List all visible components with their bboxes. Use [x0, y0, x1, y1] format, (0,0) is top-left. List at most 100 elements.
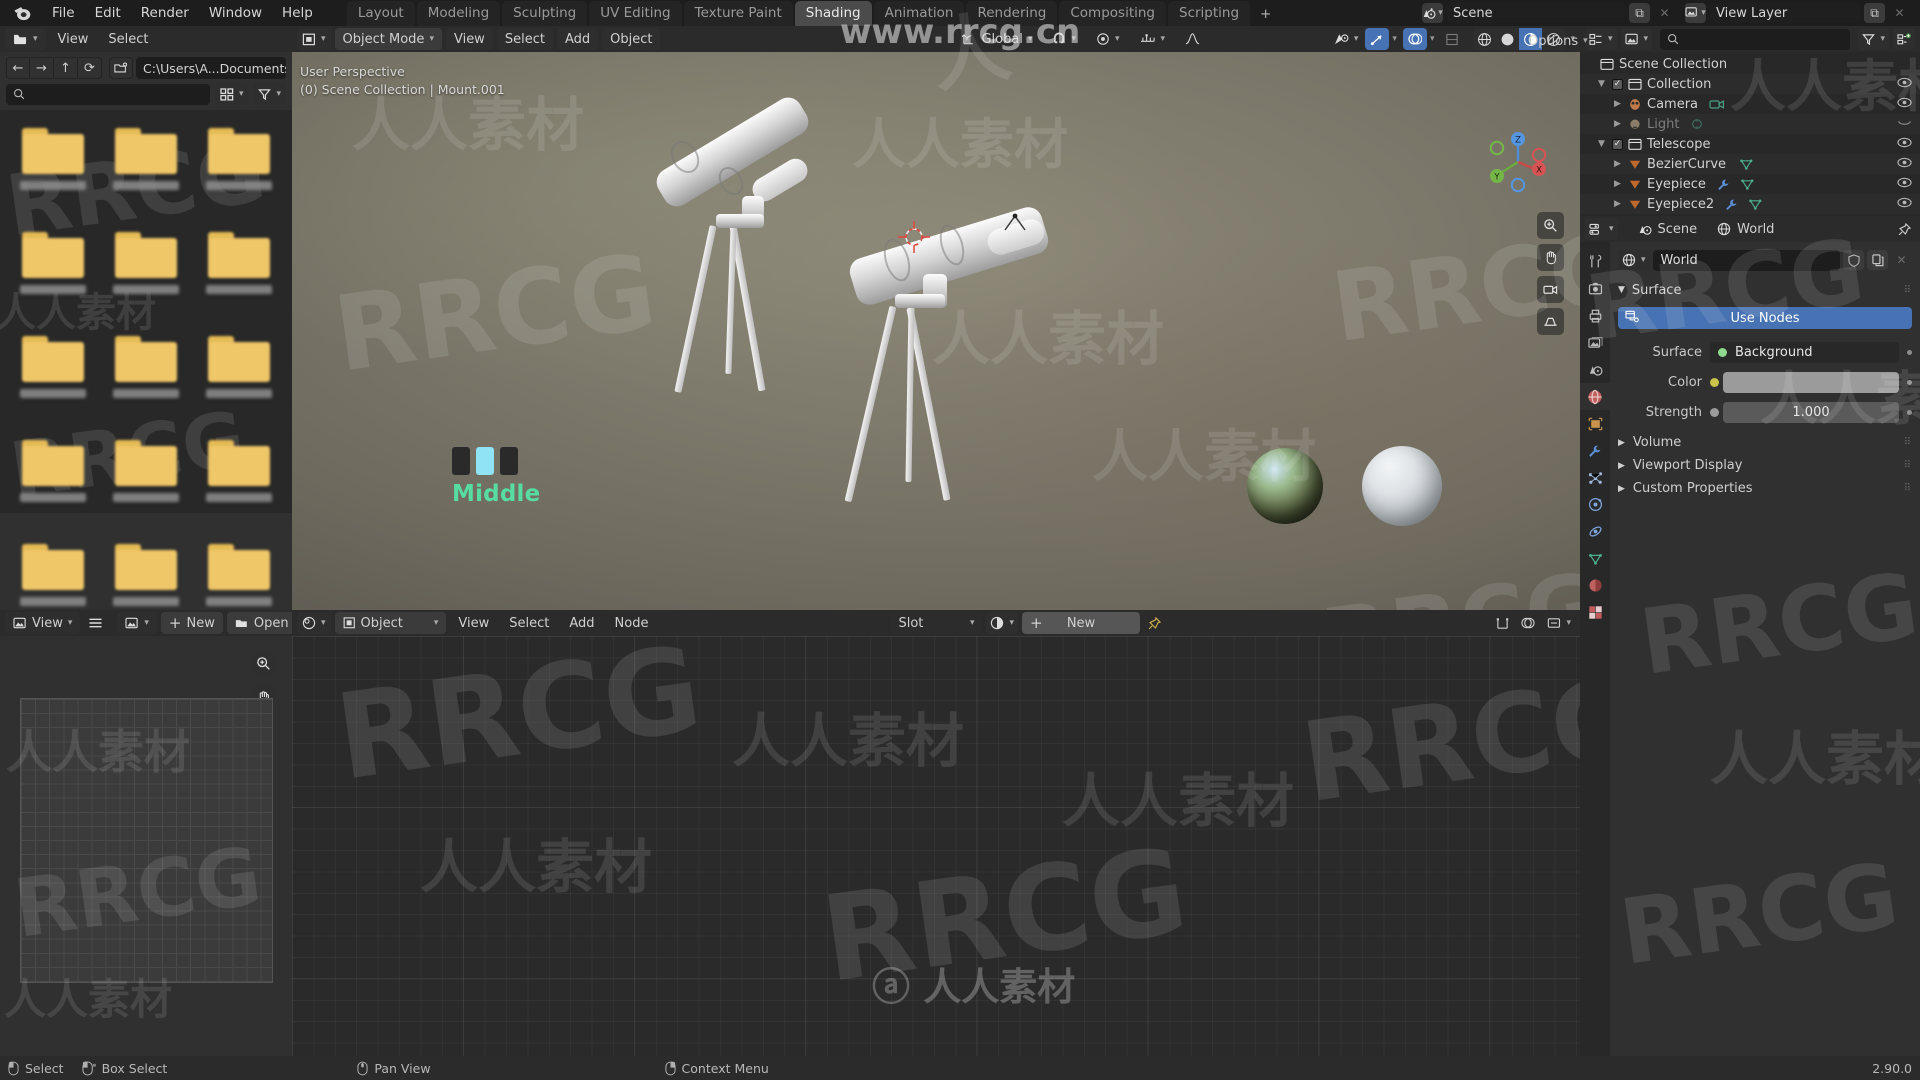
- shader-editor-type-button[interactable]: ▾: [297, 612, 331, 634]
- custom-properties-panel-header[interactable]: ▶ Custom Properties ⠿: [1618, 477, 1912, 500]
- properties-tab-object[interactable]: [1580, 410, 1610, 437]
- file-item[interactable]: [8, 120, 97, 220]
- properties-tab-output[interactable]: [1580, 302, 1610, 329]
- workspace-tab-layout[interactable]: Layout: [346, 1, 415, 26]
- file-item[interactable]: [101, 328, 190, 428]
- material-slot-dropdown[interactable]: Slot ▾: [890, 612, 983, 634]
- light-object-gizmo[interactable]: [1002, 212, 1028, 238]
- shader-type-dropdown[interactable]: Object ▾: [334, 612, 447, 634]
- view-layer-icon[interactable]: ▾: [1685, 3, 1706, 23]
- scene-duplicate-button[interactable]: ⧉: [1629, 3, 1650, 23]
- menu-window[interactable]: Window: [199, 2, 272, 24]
- visibility-eye-icon[interactable]: [1897, 77, 1912, 92]
- animate-property-dot[interactable]: [1907, 379, 1912, 385]
- shader-options-icon[interactable]: ▾: [1543, 612, 1575, 634]
- file-item[interactable]: [195, 120, 284, 220]
- disclosure-icon[interactable]: ▶: [1612, 199, 1623, 209]
- outliner-row-scene-collection[interactable]: Scene Collection: [1580, 54, 1920, 74]
- properties-editor-type-button[interactable]: ▾: [1585, 218, 1618, 240]
- show-overlays-toggle[interactable]: [1402, 28, 1427, 50]
- view-layer-duplicate-button[interactable]: ⧉: [1864, 3, 1885, 23]
- transform-orientation-dropdown[interactable]: Global ▾: [954, 28, 1040, 50]
- file-item[interactable]: [195, 536, 284, 610]
- viewport-options-dropdown[interactable]: Options ▾: [1520, 30, 1596, 52]
- image-editor-type-button[interactable]: View ▾: [5, 612, 81, 634]
- viewport-menu-add[interactable]: Add: [556, 28, 599, 50]
- file-path-field[interactable]: C:\Users\A...Documents\: [136, 57, 286, 79]
- file-item[interactable]: [8, 224, 97, 324]
- outliner-row-eyepiece[interactable]: ▶ Eyepiece: [1580, 174, 1920, 194]
- nav-refresh-button[interactable]: ⟳: [78, 57, 102, 79]
- filter-icon[interactable]: ▾: [1858, 28, 1889, 50]
- new-image-button[interactable]: + New: [160, 612, 223, 634]
- image-datablock-icon[interactable]: ▾: [117, 612, 157, 634]
- file-browser-menu-view[interactable]: View: [50, 28, 97, 50]
- workspace-tab-rendering[interactable]: Rendering: [966, 1, 1058, 26]
- viewport-menu-select[interactable]: Select: [496, 28, 553, 50]
- shading-wireframe-button[interactable]: [1473, 28, 1496, 50]
- overlay-icon[interactable]: [1517, 612, 1539, 634]
- open-image-button[interactable]: Open: [226, 612, 292, 634]
- properties-tab-view-layer[interactable]: [1580, 329, 1610, 356]
- viewport-gizmo-toggle[interactable]: ▾: [1330, 28, 1363, 50]
- nav-forward-button[interactable]: →: [30, 57, 54, 79]
- object-mode-dropdown[interactable]: Object Mode ▾: [334, 28, 442, 50]
- file-item[interactable]: [8, 328, 97, 428]
- nav-back-button[interactable]: ←: [6, 57, 30, 79]
- collection-checkbox[interactable]: ✓: [1612, 138, 1623, 150]
- pin-icon[interactable]: [1894, 218, 1915, 240]
- workspace-tab-sculpting[interactable]: Sculpting: [502, 1, 588, 26]
- file-item[interactable]: [101, 120, 190, 220]
- outliner-row-collection[interactable]: ▼ ✓ Collection: [1580, 74, 1920, 94]
- properties-tab-render[interactable]: [1580, 275, 1610, 302]
- workspace-tab-uv-editing[interactable]: UV Editing: [589, 1, 682, 26]
- duplicate-icon[interactable]: [1867, 250, 1888, 270]
- hamburger-icon[interactable]: [84, 612, 107, 634]
- workspace-tab-texture-paint[interactable]: Texture Paint: [683, 1, 793, 26]
- menu-edit[interactable]: Edit: [85, 2, 131, 24]
- mesh-data-icon[interactable]: [1739, 158, 1754, 171]
- hand-pan-icon[interactable]: [1537, 244, 1564, 271]
- scene-name-field[interactable]: Scene: [1447, 3, 1625, 23]
- grid-view-icon[interactable]: ▾: [214, 83, 249, 105]
- breadcrumb-world[interactable]: World: [1709, 218, 1782, 240]
- properties-tab-material[interactable]: [1580, 572, 1610, 599]
- blender-logo-icon[interactable]: [12, 3, 32, 23]
- file-grid[interactable]: RRCG 人人素材 RRCG: [0, 110, 292, 606]
- properties-tab-scene[interactable]: [1580, 356, 1610, 383]
- file-search-input[interactable]: [6, 83, 210, 105]
- disclosure-icon[interactable]: ▼: [1596, 79, 1607, 89]
- image-editor-canvas[interactable]: 人人素材 RRCG 人人素材: [0, 636, 292, 1056]
- pin-icon[interactable]: [1144, 612, 1165, 634]
- animate-property-dot[interactable]: [1907, 349, 1912, 355]
- scene-icon[interactable]: ▾: [1422, 3, 1443, 23]
- view-layer-remove-button[interactable]: ✕: [1889, 3, 1910, 23]
- camera-view-icon[interactable]: [1537, 276, 1564, 303]
- telescope-model-2[interactable]: [837, 182, 1067, 503]
- disclosure-icon[interactable]: ▶: [1612, 119, 1623, 129]
- mesh-data-icon[interactable]: [1740, 178, 1755, 191]
- new-folder-icon[interactable]: [109, 57, 133, 79]
- visibility-eye-icon[interactable]: [1897, 157, 1912, 172]
- viewport-display-panel-header[interactable]: ▶ Viewport Display ⠿: [1618, 454, 1912, 477]
- viewport-menu-object[interactable]: Object: [602, 28, 661, 50]
- file-item[interactable]: [8, 432, 97, 532]
- snap-icon[interactable]: [1492, 612, 1513, 634]
- shader-menu-node[interactable]: Node: [607, 612, 657, 634]
- visibility-eye-closed-icon[interactable]: [1897, 117, 1912, 132]
- file-item[interactable]: [195, 328, 284, 428]
- view-layer-name-field[interactable]: View Layer: [1710, 3, 1860, 23]
- outliner-row-eyepiece2[interactable]: ▶ Eyepiece2: [1580, 194, 1920, 214]
- light-data-icon[interactable]: [1690, 118, 1704, 131]
- magnet-icon[interactable]: ▾: [1044, 28, 1084, 50]
- outliner-row-camera[interactable]: ▶ Camera: [1580, 94, 1920, 114]
- workspace-tab-shading[interactable]: Shading: [794, 1, 872, 26]
- zoom-in-icon[interactable]: [250, 650, 276, 676]
- workspace-tab-scripting[interactable]: Scripting: [1168, 1, 1251, 26]
- outliner-search-input[interactable]: [1660, 28, 1851, 50]
- shader-menu-view[interactable]: View: [450, 612, 497, 634]
- use-nodes-button[interactable]: Use Nodes: [1618, 307, 1912, 329]
- viewport-3d-canvas[interactable]: User Perspective (0) Scene Collection | …: [292, 52, 1580, 610]
- file-item[interactable]: [195, 432, 284, 532]
- mesh-data-icon[interactable]: [1748, 198, 1763, 211]
